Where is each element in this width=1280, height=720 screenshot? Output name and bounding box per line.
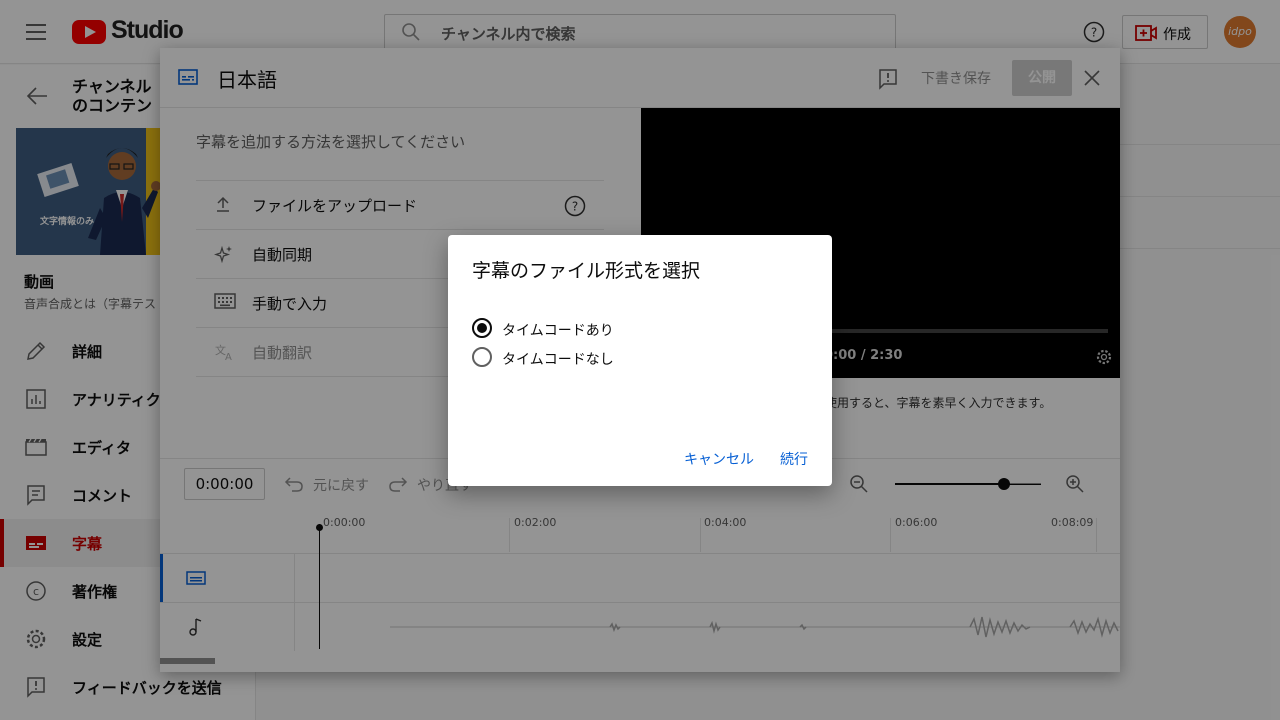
without-timecode-option[interactable]: タイムコードなし: [472, 346, 672, 370]
file-format-dialog: 字幕のファイル形式を選択 タイムコードあり タイムコードなし キャンセル 続行: [448, 235, 832, 486]
cancel-button[interactable]: キャンセル: [684, 449, 754, 469]
dialog-title: 字幕のファイル形式を選択: [472, 260, 701, 282]
radio-button[interactable]: [472, 347, 492, 367]
with-timecode-option[interactable]: タイムコードあり: [472, 317, 672, 341]
radio-button-selected[interactable]: [472, 318, 492, 338]
continue-button[interactable]: 続行: [780, 449, 808, 469]
